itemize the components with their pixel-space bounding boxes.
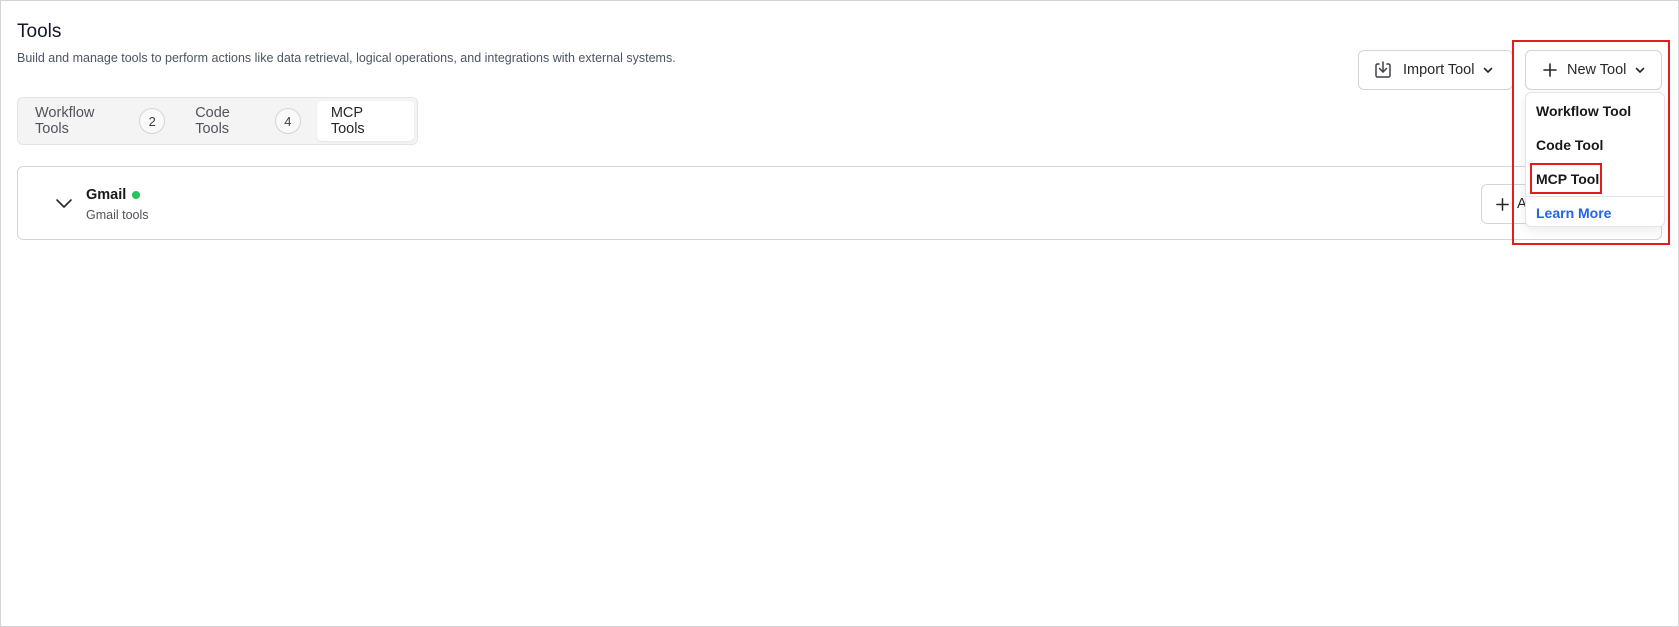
tab-code-tools[interactable]: Code Tools 4 (181, 101, 315, 141)
new-tool-label: New Tool (1567, 62, 1627, 78)
count-badge: 4 (274, 108, 301, 134)
tab-label: MCP Tools (330, 105, 365, 137)
menu-item-mcp-tool[interactable]: MCP Tool (1536, 171, 1599, 187)
window-frame (0, 0, 1679, 627)
mcp-server-card-gmail: Gmail Gmail tools A (17, 166, 1662, 240)
count-badge: 2 (139, 108, 166, 134)
tool-type-tabs: Workflow Tools 2 Code Tools 4 MCP Tools (17, 97, 418, 145)
new-tool-dropdown-menu: Workflow Tool Code Tool MCP Tool Learn M… (1525, 92, 1665, 227)
tab-workflow-tools[interactable]: Workflow Tools 2 (21, 101, 179, 141)
status-online-dot (132, 191, 141, 199)
page-subtitle: Build and manage tools to perform action… (17, 51, 676, 65)
menu-divider (1526, 196, 1664, 197)
learn-more-link[interactable]: Learn More (1536, 205, 1611, 221)
server-name-text: Gmail (86, 187, 127, 203)
menu-item-code-tool[interactable]: Code Tool (1536, 137, 1603, 153)
tab-mcp-tools[interactable]: MCP Tools (316, 101, 414, 141)
chevron-down-icon (1634, 64, 1646, 76)
plus-icon (1543, 63, 1557, 77)
chevron-down-icon (1482, 64, 1494, 76)
server-description: Gmail tools (86, 208, 149, 222)
download-tray-icon (1373, 60, 1393, 80)
plus-icon (1496, 197, 1509, 211)
page-title: Tools (17, 21, 62, 42)
import-tool-label: Import Tool (1403, 62, 1475, 78)
tab-label: Workflow Tools (35, 105, 95, 137)
menu-item-workflow-tool[interactable]: Workflow Tool (1536, 103, 1631, 119)
new-tool-button[interactable]: New Tool (1525, 50, 1662, 90)
import-tool-button[interactable]: Import Tool (1358, 50, 1513, 90)
tab-label: Code Tools (195, 105, 230, 137)
server-name: Gmail (86, 187, 141, 203)
chevron-down-icon[interactable] (52, 191, 76, 215)
